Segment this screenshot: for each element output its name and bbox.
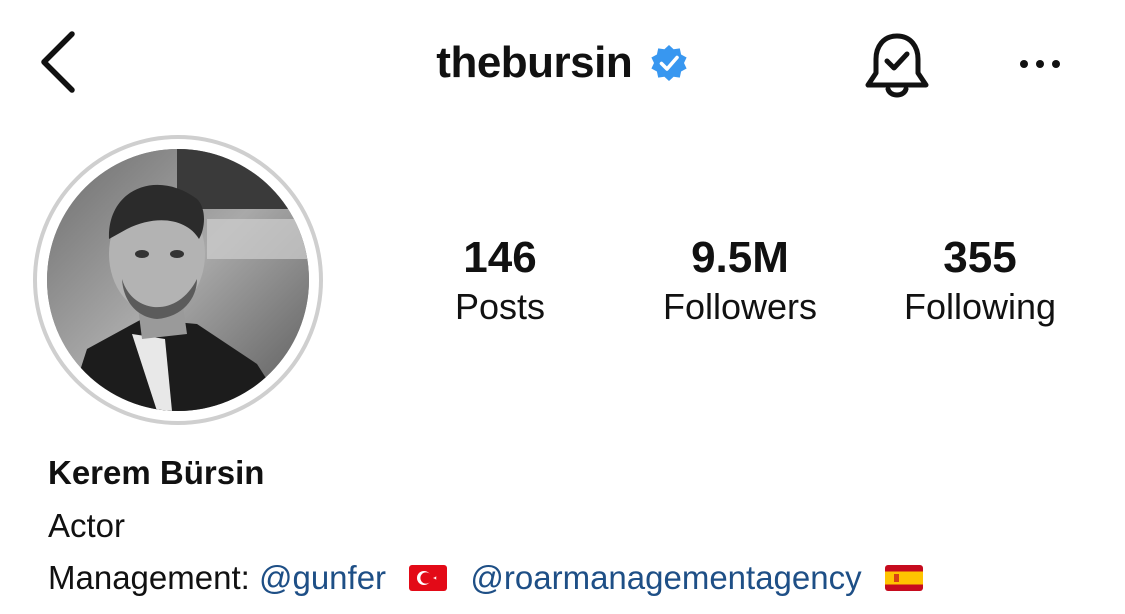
posts-count: 146 bbox=[463, 233, 537, 282]
followers-count: 9.5M bbox=[691, 233, 789, 282]
following-label: Following bbox=[903, 286, 1057, 327]
following-count: 355 bbox=[943, 233, 1017, 282]
turkey-flag-icon bbox=[409, 565, 448, 591]
notifications-button[interactable] bbox=[860, 30, 934, 104]
bio-management-line: Management: @gunfer @roarmanagementagenc… bbox=[48, 559, 937, 597]
profile-category: Actor bbox=[48, 507, 126, 544]
mention-gunfer[interactable]: @gunfer bbox=[259, 559, 386, 596]
avatar[interactable] bbox=[47, 149, 309, 411]
verified-badge-icon bbox=[651, 45, 687, 81]
username-title: thebursin bbox=[436, 38, 633, 87]
back-button[interactable] bbox=[30, 28, 90, 94]
chevron-left-icon bbox=[41, 31, 75, 93]
mention-roarmanagementagency[interactable]: @roarmanagementagency bbox=[470, 559, 861, 596]
management-prefix: Management: bbox=[48, 559, 250, 596]
followers-label: Followers bbox=[662, 286, 818, 327]
profile-header: thebursin bbox=[0, 38, 1125, 88]
profile-photo bbox=[47, 149, 309, 411]
full-name: Kerem Bürsin bbox=[48, 454, 265, 491]
posts-stat[interactable]: 146 Posts bbox=[380, 232, 620, 330]
following-stat[interactable]: 355 Following bbox=[860, 232, 1100, 330]
more-options-button[interactable] bbox=[1010, 44, 1070, 84]
posts-label: Posts bbox=[454, 286, 546, 327]
bell-check-icon bbox=[865, 33, 929, 98]
more-horizontal-icon bbox=[1020, 60, 1060, 68]
followers-stat[interactable]: 9.5M Followers bbox=[620, 232, 860, 330]
spain-flag-icon bbox=[884, 565, 923, 591]
